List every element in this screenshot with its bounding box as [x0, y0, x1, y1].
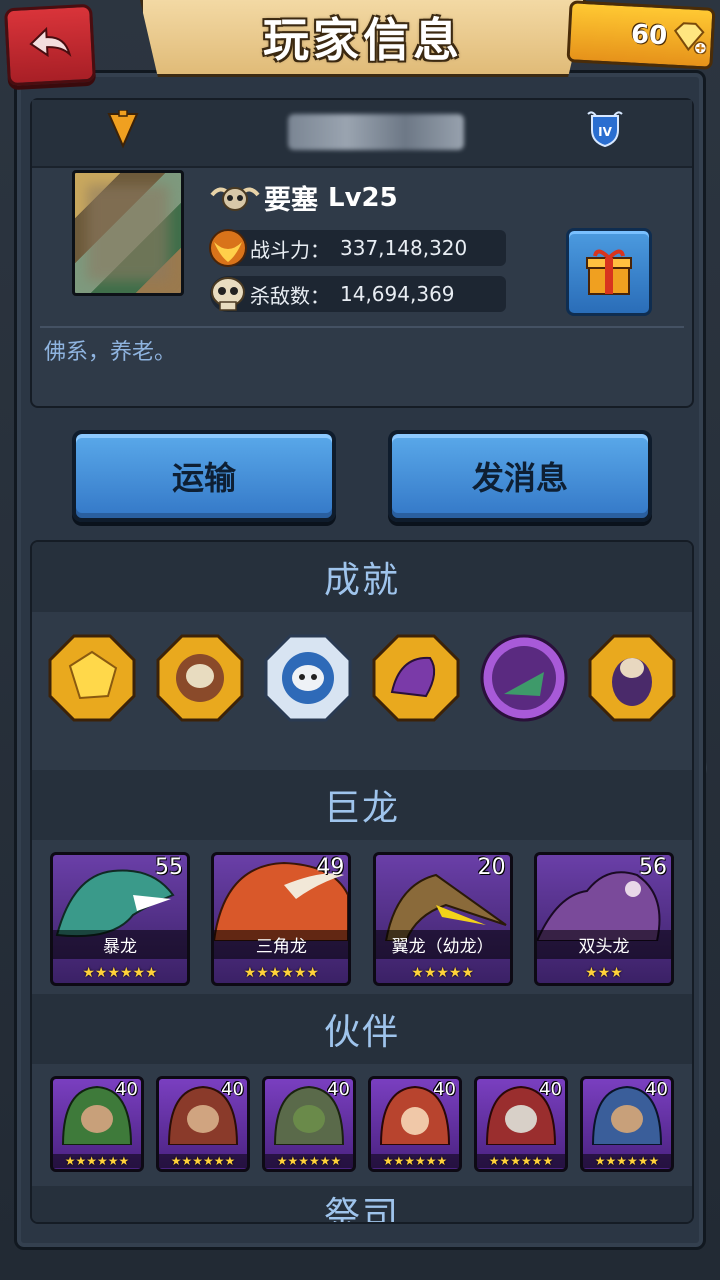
records-panel: 成就 巨龙 55 暴龙 ★★★★★★ 49 三角龙 ★★★★★★ 20 翼龙（幼…: [30, 540, 694, 1224]
player-name-blurred: [288, 114, 464, 150]
silver-skull-badge-icon[interactable]: [262, 632, 354, 724]
purple-dragon-badge-icon[interactable]: [370, 632, 462, 724]
avatar[interactable]: [72, 170, 184, 296]
phoenix-icon: [209, 229, 247, 267]
dragon-name: 双头龙: [536, 930, 671, 959]
partner-stars: ★★★★★★: [265, 1154, 353, 1168]
partner-stars: ★★★★★★: [159, 1154, 247, 1168]
partner-stars: ★★★★★★: [583, 1154, 671, 1168]
partner-card[interactable]: 40 ★★★★★★: [474, 1076, 568, 1172]
power-label: 战斗力：: [250, 237, 330, 262]
dragon-egg-badge-icon[interactable]: [586, 632, 678, 724]
dragon-stars: ★★★★★★: [82, 965, 158, 981]
gem-count: 60: [630, 19, 668, 52]
gift-button[interactable]: [566, 228, 652, 316]
player-title: 要塞: [264, 185, 318, 216]
dragon-stars: ★★★★★★: [243, 965, 319, 981]
dragon-card[interactable]: 56 双头龙 ★★★: [533, 852, 674, 986]
gem-counter[interactable]: 60: [566, 0, 716, 70]
partner-card[interactable]: 40 ★★★★★★: [262, 1076, 356, 1172]
dragon-stars: ★★★: [585, 965, 623, 981]
name-bar: IV: [32, 100, 692, 168]
player-level: Lv25: [328, 182, 398, 213]
page-title: 玩家信息: [263, 13, 463, 67]
partner-level: 40: [433, 1079, 456, 1100]
partner-level: 40: [221, 1079, 244, 1100]
dragon-stars: ★★★★★: [411, 965, 475, 981]
partner-card[interactable]: 40 ★★★★★★: [156, 1076, 250, 1172]
dragon-level: 56: [638, 855, 667, 880]
skull-icon: [211, 277, 245, 311]
priest-header: 祭司: [32, 1186, 692, 1222]
profile-panel: IV 要塞 Lv25 战斗力： 337,148,320 杀敌数： 14,694,…: [30, 98, 694, 408]
back-arrow-icon: [29, 26, 72, 58]
dragons-header: 巨龙: [32, 770, 692, 840]
purple-flag-badge-icon[interactable]: [478, 632, 570, 724]
dragon-name: 三角龙: [214, 930, 349, 959]
dragon-level: 55: [155, 855, 183, 880]
partner-level: 40: [539, 1079, 562, 1100]
skull-bones-badge-icon[interactable]: [154, 632, 246, 724]
partner-stars: ★★★★★★: [53, 1154, 141, 1168]
kills-value: 14,694,369: [340, 282, 455, 306]
partner-card[interactable]: 40 ★★★★★★: [50, 1076, 144, 1172]
achievements-header: 成就: [32, 542, 692, 612]
partner-level: 40: [645, 1079, 668, 1100]
dragon-card[interactable]: 55 暴龙 ★★★★★★: [50, 852, 190, 986]
svg-text:IV: IV: [598, 125, 612, 139]
partner-level: 40: [327, 1079, 350, 1100]
horned-skull-icon: [210, 186, 260, 211]
power-value: 337,148,320: [340, 236, 468, 260]
title-banner: 玩家信息: [140, 0, 586, 77]
back-button[interactable]: [4, 3, 96, 87]
partner-list: 40 ★★★★★★ 40 ★★★★★★ 40 ★★★★★★ 40 ★★★★★★ …: [50, 1076, 674, 1172]
dragon-name: 翼龙（幼龙）: [375, 930, 510, 959]
power-stat: 战斗力： 337,148,320: [209, 229, 506, 267]
player-motto: 佛系，养老。: [44, 340, 177, 365]
gold-ore-badge-icon[interactable]: [46, 632, 138, 724]
dragon-name: 暴龙: [53, 930, 187, 959]
kills-stat: 杀敌数： 14,694,369: [210, 276, 506, 312]
send-message-button[interactable]: 发消息: [388, 430, 652, 522]
dragon-list: 55 暴龙 ★★★★★★ 49 三角龙 ★★★★★★ 20 翼龙（幼龙） ★★★…: [50, 852, 674, 986]
dragon-level: 20: [477, 855, 506, 880]
dragon-card[interactable]: 20 翼龙（幼龙） ★★★★★: [372, 852, 513, 986]
partner-level: 40: [115, 1079, 138, 1100]
divider: [40, 326, 684, 328]
diamond-plus-icon: [674, 22, 708, 55]
tier-shield-icon: IV: [587, 111, 623, 148]
partner-stars: ★★★★★★: [477, 1154, 565, 1168]
partners-header: 伙伴: [32, 994, 692, 1064]
dragon-card[interactable]: 49 三角龙 ★★★★★★: [211, 852, 352, 986]
gift-icon: [586, 249, 632, 295]
transport-button[interactable]: 运输: [72, 430, 336, 522]
rank-pennant-icon: [107, 110, 139, 149]
player-title-row: 要塞 Lv25: [210, 178, 398, 217]
partner-stars: ★★★★★★: [371, 1154, 459, 1168]
partner-card[interactable]: 40 ★★★★★★: [368, 1076, 462, 1172]
dragon-level: 49: [316, 855, 345, 880]
kills-label: 杀敌数：: [250, 283, 330, 308]
partner-card[interactable]: 40 ★★★★★★: [580, 1076, 674, 1172]
achievement-badges: [46, 632, 678, 724]
